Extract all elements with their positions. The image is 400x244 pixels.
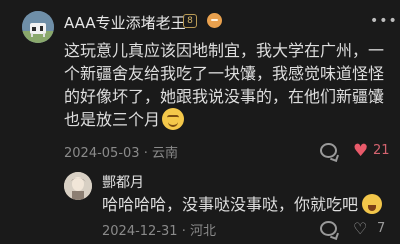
- heart-outline-icon[interactable]: ♡: [353, 220, 367, 237]
- level-badge: 8: [183, 14, 197, 28]
- reply-avatar[interactable]: [64, 172, 92, 200]
- comment-body: 这玩意儿真应该因地制宜，我大学在广州，一个新疆舍友给我吃了一块馕，我感觉味道怪怪…: [64, 41, 385, 129]
- reply-comment-icon[interactable]: [320, 221, 337, 236]
- reply-date: 2024-12-31: [102, 224, 178, 239]
- comment-text: 这玩意儿真应该因地制宜，我大学在广州，一个新疆舍友给我吃了一块馕，我感觉味道怪怪…: [64, 39, 390, 131]
- comment-location: 云南: [151, 146, 178, 161]
- heart-icon[interactable]: ♥: [353, 143, 368, 160]
- reply-like-count: 7: [377, 221, 386, 236]
- reply-text: 哈哈哈哈，没事哒没事哒，你就吃吧: [102, 194, 383, 216]
- drooling-emoji-icon: [362, 194, 383, 214]
- medal-badge-icon: [207, 13, 222, 28]
- meta-separator: ·: [181, 224, 186, 239]
- avatar-image: [22, 11, 54, 43]
- comment-username[interactable]: AAA专业添堵老王: [64, 12, 186, 33]
- comment-date: 2024-05-03: [64, 146, 140, 161]
- more-icon[interactable]: •••: [370, 13, 398, 29]
- meta-separator: ·: [143, 146, 148, 161]
- comment-meta: 2024-05-03 · 云南: [64, 142, 178, 161]
- reply-avatar-image: [64, 172, 92, 200]
- reply-body: 哈哈哈哈，没事哒没事哒，你就吃吧: [102, 195, 359, 214]
- reply-username[interactable]: 酆都月: [102, 172, 144, 192]
- user-avatar[interactable]: [22, 11, 54, 43]
- reply-icon[interactable]: [320, 143, 337, 158]
- comment-thread: AAA专业添堵老王 8 ••• 这玩意儿真应该因地制宜，我大学在广州，一个新疆舍…: [0, 0, 400, 244]
- like-count: 21: [373, 143, 390, 158]
- sweat-smile-emoji-icon: [162, 108, 185, 130]
- reply-meta: 2024-12-31 · 河北: [102, 220, 216, 239]
- reply-location: 河北: [189, 224, 216, 239]
